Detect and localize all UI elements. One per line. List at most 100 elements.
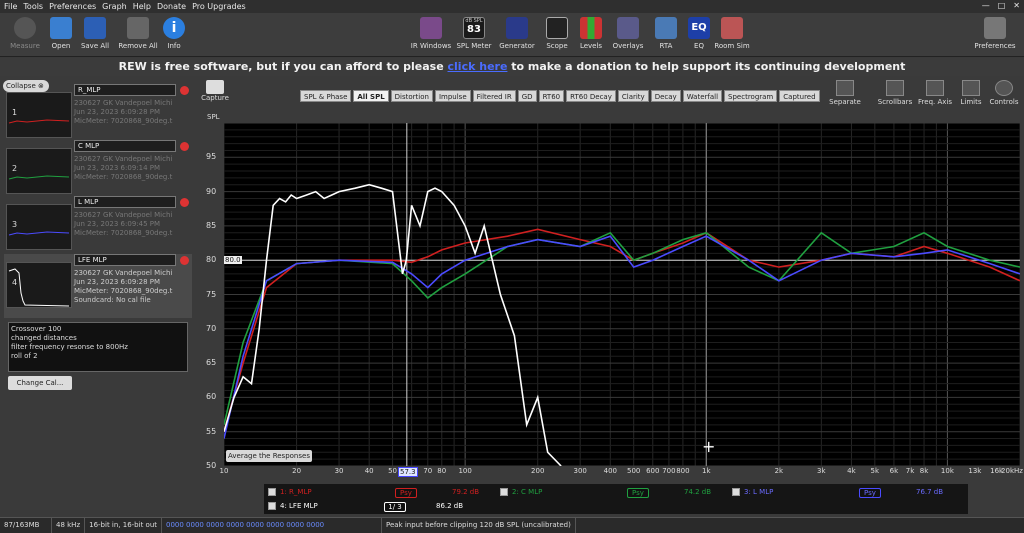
x-tick-label: 10 <box>219 467 229 475</box>
legend-checkbox[interactable] <box>268 488 276 496</box>
legend-item: 3: L MLP <box>732 488 773 496</box>
measurement-name[interactable]: LFE MLP <box>74 254 176 266</box>
remove-measurement-icon[interactable] <box>180 86 189 95</box>
separate-button[interactable]: Separate <box>822 80 868 106</box>
y-axis-label: SPL <box>207 113 220 121</box>
measurement-name[interactable]: C MLP <box>74 140 176 152</box>
freq-axis-icon <box>926 80 944 96</box>
remove-measurement-icon[interactable] <box>180 256 189 265</box>
measurement-number: 1 <box>12 108 18 117</box>
legend-checkbox[interactable] <box>500 488 508 496</box>
x-tick-label: 600 <box>646 467 660 475</box>
spl-graph[interactable]: 80.0 + <box>224 123 1020 466</box>
tab-rt60-decay[interactable]: RT60 Decay <box>566 90 616 102</box>
room-sim-button[interactable]: Room Sim <box>707 17 757 50</box>
ir-windows-icon <box>420 17 442 39</box>
banner-text-pre: REW is free software, but if you can aff… <box>118 60 448 73</box>
x-tick-label: 1k <box>702 467 711 475</box>
minimize-icon[interactable]: — <box>982 1 990 10</box>
tab-rt60[interactable]: RT60 <box>538 90 565 102</box>
x-tick-label: 100 <box>458 467 472 475</box>
x-tick-label: 30 <box>334 467 344 475</box>
x-tick-label: 70 <box>423 467 433 475</box>
gear-icon <box>995 80 1013 96</box>
y-tick-label: 60 <box>206 392 217 402</box>
measure-icon <box>14 17 36 39</box>
smoothing-button[interactable]: 1/ 3 <box>384 502 406 512</box>
psy-smoothing-button[interactable]: Psy <box>395 488 417 498</box>
measurement-item[interactable]: 2 C MLP 230627 GK Vandepoel Michi Jun 23,… <box>4 140 192 196</box>
tab-impulse[interactable]: Impulse <box>434 90 471 102</box>
scope-icon <box>546 17 568 39</box>
menu-pro-upgrades[interactable]: Pro Upgrades <box>192 2 246 11</box>
crosshair-cursor-icon: + <box>702 437 716 456</box>
measurement-notes[interactable]: Crossover 100 changed distances filter fre… <box>8 322 188 372</box>
graph-tabs: SPL & Phase All SPL Distortion Impulse F… <box>300 90 820 102</box>
measurement-info: 230627 GK Vandepoel Michi Jun 23, 2023 6:… <box>74 269 173 304</box>
measurement-info: 230627 GK Vandepoel Michi Jun 23, 2023 6:… <box>74 211 173 237</box>
menu-help[interactable]: Help <box>133 2 151 11</box>
x-tick-label: 2k <box>774 467 784 475</box>
x-tick-label: 3k <box>817 467 826 475</box>
menu-graph[interactable]: Graph <box>102 2 127 11</box>
preferences-button[interactable]: Preferences <box>970 17 1020 50</box>
maximize-icon[interactable]: □ <box>998 1 1006 10</box>
spl-plot[interactable] <box>224 123 1020 466</box>
toolbar: Measure Open Save All Remove All i Info I… <box>0 13 1024 57</box>
capture-button[interactable]: Capture <box>200 80 230 102</box>
tab-captured[interactable]: Captured <box>779 90 820 102</box>
menu-preferences[interactable]: Preferences <box>49 2 96 11</box>
tab-clarity[interactable]: Clarity <box>617 90 649 102</box>
x-tick-label: 50 <box>388 467 398 475</box>
y-tick-label: 55 <box>206 426 217 436</box>
tab-gd[interactable]: GD <box>517 90 537 102</box>
change-cal-button[interactable]: Change Cal... <box>8 376 72 390</box>
menu-file[interactable]: File <box>4 2 17 11</box>
menu-donate[interactable]: Donate <box>157 2 186 11</box>
legend-item: 4: LFE MLP <box>268 502 318 510</box>
measurement-name[interactable]: L MLP <box>74 196 176 208</box>
tab-distortion[interactable]: Distortion <box>390 90 433 102</box>
controls-button[interactable]: Controls <box>981 80 1024 106</box>
menu-tools[interactable]: Tools <box>23 2 43 11</box>
tab-filtered-ir[interactable]: Filtered IR <box>472 90 516 102</box>
x-tick-label: 200 <box>531 467 545 475</box>
psy-smoothing-button[interactable]: Psy <box>627 488 649 498</box>
y-tick-label: 65 <box>206 358 217 368</box>
average-responses-button[interactable]: Average the Responses <box>226 450 312 462</box>
y-tick-label: 50 <box>206 461 217 470</box>
remove-measurement-icon[interactable] <box>180 198 189 207</box>
x-tick-label: 400 <box>603 467 617 475</box>
info-button[interactable]: i Info <box>149 17 199 50</box>
tab-spl-phase[interactable]: SPL & Phase <box>300 90 352 102</box>
remove-measurement-icon[interactable] <box>180 142 189 151</box>
camera-icon <box>206 80 224 94</box>
banner-text-post: to make a donation to help support its c… <box>507 60 906 73</box>
reference-level-label: 80.0 <box>224 256 242 264</box>
x-tick-label: 20kHz <box>1001 467 1023 475</box>
measurement-item[interactable]: 3 L MLP 230627 GK Vandepoel Michi Jun 23,… <box>4 196 192 252</box>
donate-link[interactable]: click here <box>448 60 508 73</box>
legend-value: 76.7 dB <box>916 488 944 496</box>
overlays-icon <box>617 17 639 39</box>
status-bit-depth: 16-bit in, 16-bit out <box>85 518 163 533</box>
measurement-name[interactable]: R_MLP <box>74 84 176 96</box>
measurement-number: 4 <box>12 278 18 287</box>
scrollbars-icon <box>886 80 904 96</box>
measurement-item[interactable]: 1 R_MLP 230627 GK Vandepoel Michi Jun 23,… <box>4 84 192 140</box>
legend-checkbox[interactable] <box>732 488 740 496</box>
tab-decay[interactable]: Decay <box>650 90 681 102</box>
tab-all-spl[interactable]: All SPL <box>353 90 389 102</box>
tab-waterfall[interactable]: Waterfall <box>682 90 723 102</box>
tab-spectrogram[interactable]: Spectrogram <box>724 90 778 102</box>
y-tick-label: 95 <box>206 152 217 162</box>
x-tick-label: 4k <box>847 467 856 475</box>
spl-meter-icon: dB SPL 83 <box>463 17 485 39</box>
psy-smoothing-button[interactable]: Psy <box>859 488 881 498</box>
legend-panel: 1: R_MLP Psy 79.2 dB 2: C MLP Psy 74.2 d… <box>264 484 968 514</box>
x-tick-label: 300 <box>573 467 587 475</box>
close-icon[interactable]: ✕ <box>1013 1 1020 10</box>
measurement-item-selected[interactable]: 4 LFE MLP 230627 GK Vandepoel Michi Jun 2… <box>4 254 192 318</box>
x-tick-label: 10k <box>940 467 954 475</box>
legend-checkbox[interactable] <box>268 502 276 510</box>
